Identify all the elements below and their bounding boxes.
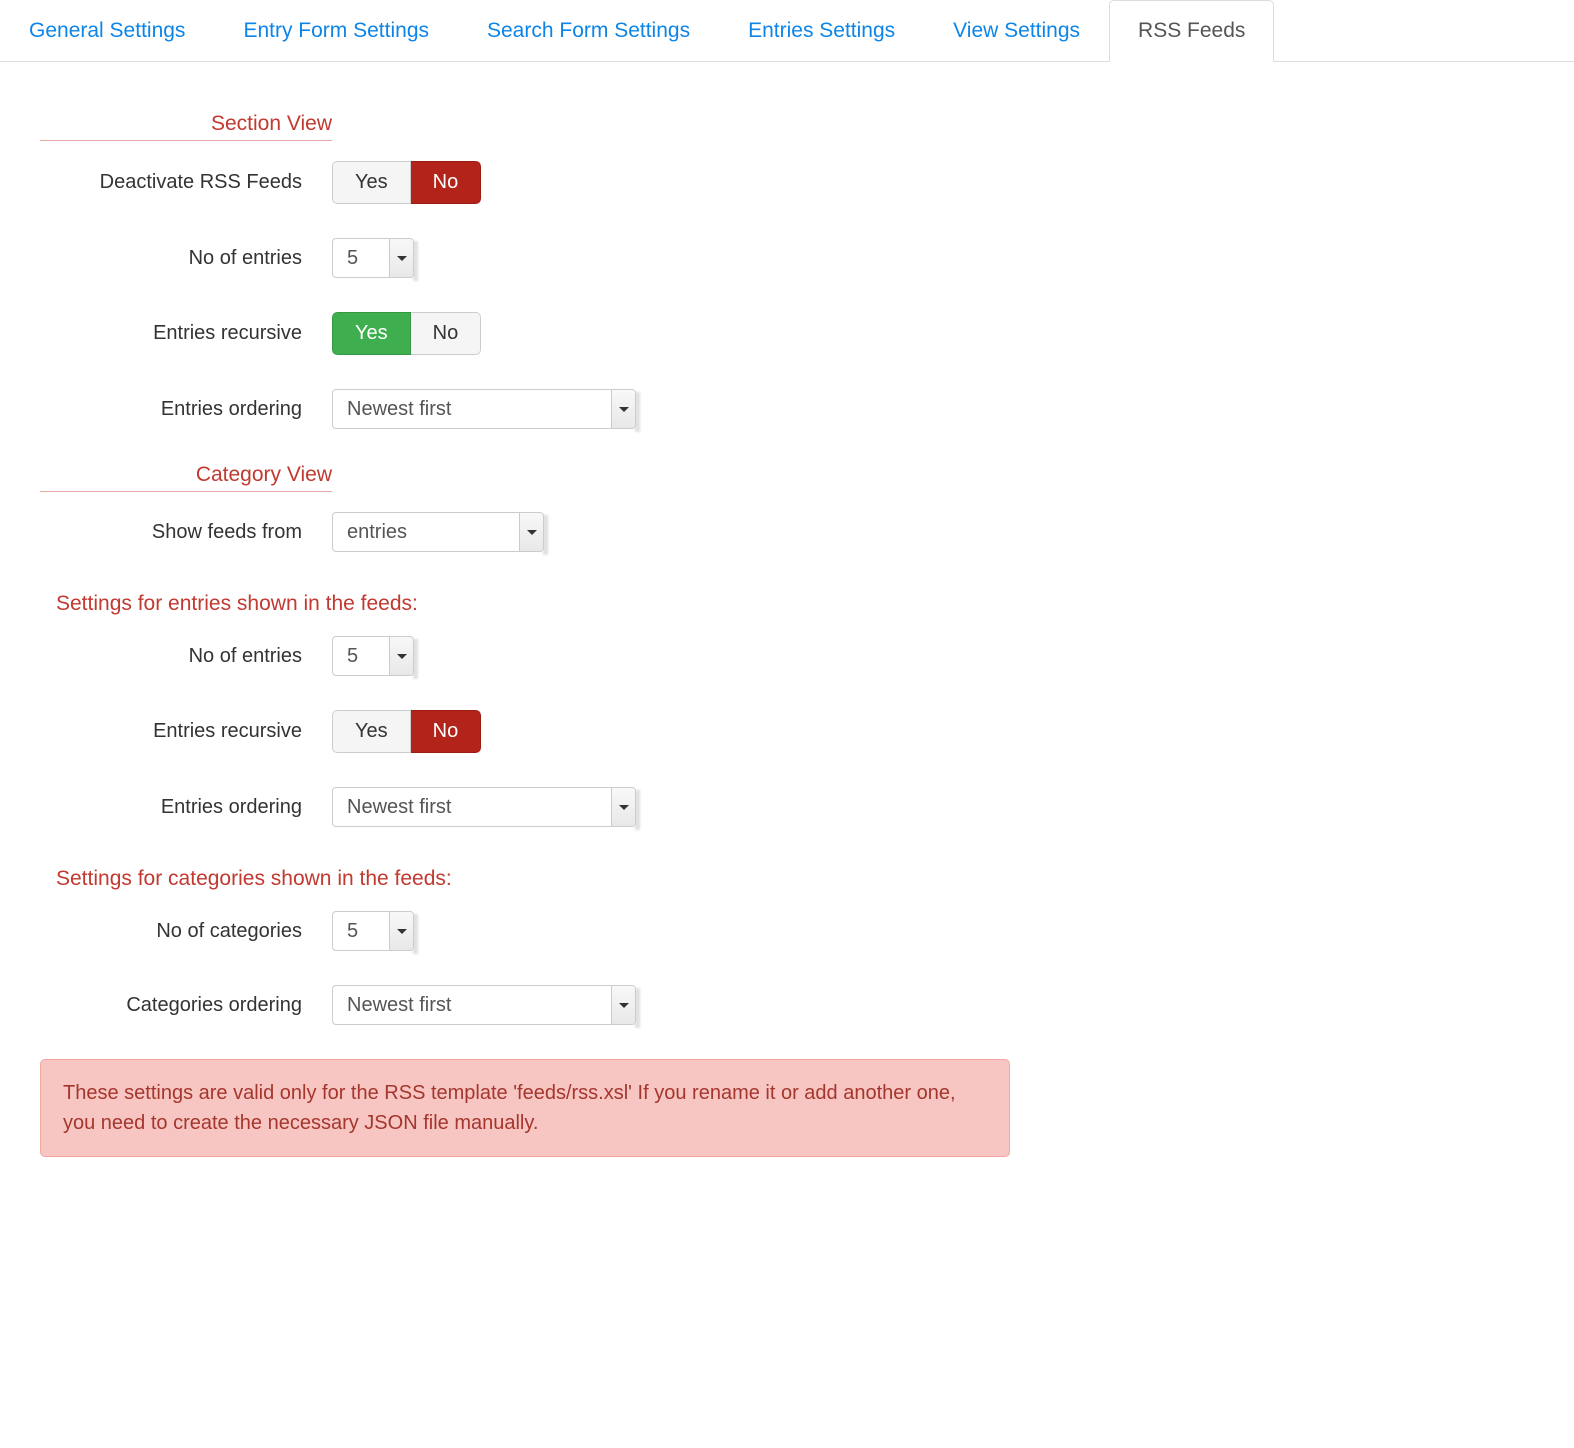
tab-entries-settings[interactable]: Entries Settings (719, 0, 924, 62)
label-ordering-section: Entries ordering (40, 398, 332, 421)
recursive-section-yes[interactable]: Yes (332, 312, 411, 355)
select-show-feeds-from[interactable]: entries (332, 512, 544, 552)
select-cat-ordering-wrap: Newest first (332, 985, 636, 1025)
tabs-nav: General Settings Entry Form Settings Sea… (0, 0, 1574, 62)
category-view-header: Category View (40, 463, 332, 492)
tab-view-settings[interactable]: View Settings (924, 0, 1109, 62)
row-no-categories: No of categories 5 (40, 911, 1010, 951)
select-ordering-section[interactable]: Newest first (332, 389, 636, 429)
row-ordering-section: Entries ordering Newest first (40, 389, 1010, 429)
row-recursive-section: Entries recursive Yes No (40, 312, 1010, 355)
label-show-feeds-from: Show feeds from (40, 521, 332, 544)
section-view-header: Section View (40, 112, 332, 141)
label-cat-ordering: Categories ordering (40, 994, 332, 1017)
select-ordering-section-wrap: Newest first (332, 389, 636, 429)
deactivate-rss-yes[interactable]: Yes (332, 161, 411, 204)
entries-feeds-subheader: Settings for entries shown in the feeds: (56, 592, 1010, 616)
toggle-recursive-category: Yes No (332, 710, 481, 753)
row-ordering-category: Entries ordering Newest first (40, 787, 1010, 827)
tab-rss-feeds[interactable]: RSS Feeds (1109, 0, 1274, 62)
label-recursive-section: Entries recursive (40, 322, 332, 345)
recursive-category-no[interactable]: No (411, 710, 482, 753)
label-recursive-category: Entries recursive (40, 720, 332, 743)
row-no-entries-category: No of entries 5 (40, 636, 1010, 676)
toggle-recursive-section: Yes No (332, 312, 481, 355)
select-cat-ordering[interactable]: Newest first (332, 985, 636, 1025)
tab-entry-form-settings[interactable]: Entry Form Settings (214, 0, 458, 62)
label-no-categories: No of categories (40, 920, 332, 943)
tab-search-form-settings[interactable]: Search Form Settings (458, 0, 719, 62)
select-ordering-category-wrap: Newest first (332, 787, 636, 827)
select-no-entries-category-wrap: 5 (332, 636, 414, 676)
row-recursive-category: Entries recursive Yes No (40, 710, 1010, 753)
label-no-entries-section: No of entries (40, 247, 332, 270)
deactivate-rss-no[interactable]: No (411, 161, 482, 204)
alert-rss-template-note: These settings are valid only for the RS… (40, 1059, 1010, 1157)
row-cat-ordering: Categories ordering Newest first (40, 985, 1010, 1025)
tab-general-settings[interactable]: General Settings (0, 0, 214, 62)
select-no-entries-section[interactable]: 5 (332, 238, 414, 278)
toggle-deactivate-rss: Yes No (332, 161, 481, 204)
select-no-categories[interactable]: 5 (332, 911, 414, 951)
select-no-entries-section-wrap: 5 (332, 238, 414, 278)
select-no-categories-wrap: 5 (332, 911, 414, 951)
categories-feeds-subheader: Settings for categories shown in the fee… (56, 867, 1010, 891)
row-no-entries-section: No of entries 5 (40, 238, 1010, 278)
select-show-feeds-from-wrap: entries (332, 512, 544, 552)
rss-feeds-panel: Section View Deactivate RSS Feeds Yes No… (0, 112, 1050, 1197)
label-no-entries-category: No of entries (40, 645, 332, 668)
recursive-section-no[interactable]: No (411, 312, 482, 355)
select-no-entries-category[interactable]: 5 (332, 636, 414, 676)
label-deactivate-rss: Deactivate RSS Feeds (40, 171, 332, 194)
row-show-feeds-from: Show feeds from entries (40, 512, 1010, 552)
label-ordering-category: Entries ordering (40, 796, 332, 819)
recursive-category-yes[interactable]: Yes (332, 710, 411, 753)
row-deactivate-rss: Deactivate RSS Feeds Yes No (40, 161, 1010, 204)
select-ordering-category[interactable]: Newest first (332, 787, 636, 827)
